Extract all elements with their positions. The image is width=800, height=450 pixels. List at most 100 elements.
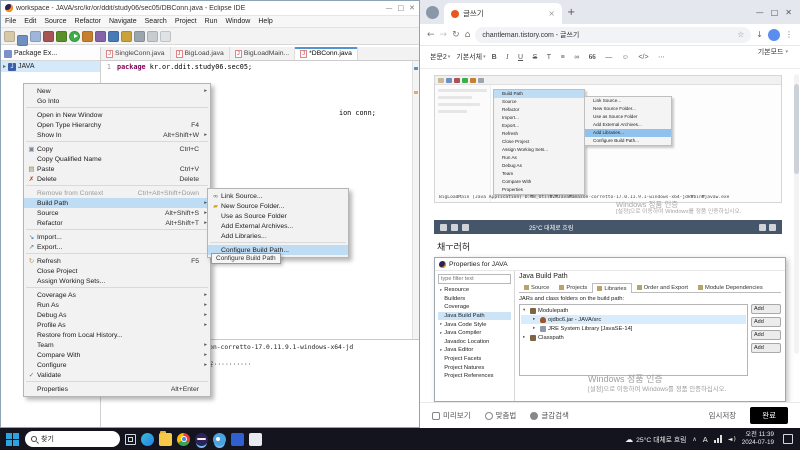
eclipse-taskbar-icon[interactable] <box>195 432 208 446</box>
dialog-nav-item[interactable]: ▸ Project Facets <box>438 355 511 364</box>
expander-icon[interactable]: ▸ <box>533 317 538 322</box>
app-icon[interactable] <box>249 432 262 446</box>
more-button[interactable]: ⋯▾ <box>658 53 669 61</box>
close-icon[interactable]: ✕ <box>409 4 415 12</box>
weather-widget[interactable]: ☁ 25°C 대체로 흐림 <box>625 434 686 445</box>
open-type-icon[interactable] <box>108 30 119 42</box>
post-editor-content[interactable]: Build Path Source Refactor Import... Export.… <box>420 70 800 402</box>
horizontal-rule-button[interactable]: —▾ <box>605 54 616 61</box>
paragraph-style-select[interactable]: 본문2 ▾ <box>430 52 450 62</box>
post-body-text[interactable]: 채ㅜ러허 <box>437 240 470 253</box>
context-menu-item[interactable]: Export... ▸ <box>24 242 210 254</box>
url-field[interactable]: chantleman.tistory.com - 글쓰기 ☆ <box>475 26 752 43</box>
project-tree-item-java[interactable]: ▸ J JAVA <box>1 61 100 72</box>
menubar-item[interactable]: Help <box>254 18 276 25</box>
context-menu-item[interactable]: Copy Qualified Name ▸ <box>24 154 210 164</box>
minimize-icon[interactable]: — <box>386 4 393 12</box>
menubar-item[interactable]: Edit <box>20 18 40 25</box>
tree-item[interactable]: ▸ JRE System Library [JavaSE-14] <box>521 324 746 333</box>
expander-icon[interactable]: ▾ <box>523 308 528 313</box>
publish-button[interactable]: 완료 <box>750 407 788 424</box>
search-toolbar-icon[interactable] <box>121 30 132 42</box>
dialog-tab[interactable]: Module Dependencies <box>693 282 768 292</box>
tray-chevron-icon[interactable]: ∧ <box>692 436 696 443</box>
dialog-tab[interactable]: Projects <box>554 282 592 292</box>
annotation-icon[interactable] <box>134 30 145 42</box>
browser-tab[interactable]: 글쓰기 × <box>444 3 562 24</box>
clock[interactable]: 오전 11:39 2024-07-19 <box>742 431 774 447</box>
context-menu-item[interactable]: Open Type Hierarchy F4 ▸ <box>24 120 210 130</box>
ime-indicator[interactable]: A <box>703 435 708 444</box>
dialog-nav-item[interactable]: ▸ Java Compiler <box>438 329 511 338</box>
task-view-button[interactable] <box>125 433 136 445</box>
forward-icon[interactable] <box>160 30 171 42</box>
browser-taskbar-icon[interactable] <box>213 432 226 446</box>
taskbar-search[interactable]: 찾기 <box>25 431 120 447</box>
package-explorer-tab[interactable]: Package Ex... <box>14 50 57 57</box>
maximize-icon[interactable]: □ <box>771 8 779 17</box>
context-menu-item[interactable]: Open in New Window ▸ <box>24 110 210 120</box>
expander-icon[interactable]: ▸ <box>3 63 6 70</box>
menubar-item[interactable]: Search <box>141 18 171 25</box>
add-button[interactable]: Add <box>751 317 781 327</box>
browser-menu-icon[interactable]: ⋮ <box>785 30 793 39</box>
minimize-icon[interactable]: — <box>756 8 764 17</box>
post-image-taskbar[interactable]: 25°C 대체로 흐림 <box>434 220 782 234</box>
add-button[interactable]: Add <box>751 343 781 353</box>
context-menu-item[interactable]: Delete Delete ▸ <box>24 174 210 186</box>
editor-tab[interactable]: J *DBConn.java <box>295 47 358 60</box>
refresh-icon[interactable]: ↻ <box>452 30 460 40</box>
context-menu-item[interactable]: Configure ▸ <box>24 360 210 370</box>
dialog-tab[interactable]: Libraries <box>592 283 632 293</box>
context-menu-item[interactable]: Assign Working Sets... ▸ <box>24 276 210 288</box>
context-menu-item[interactable]: Compare With ▸ <box>24 350 210 360</box>
context-menu-item[interactable]: Show In Alt+Shift+W ▸ <box>24 130 210 142</box>
forward-icon[interactable]: → <box>440 30 448 40</box>
spellcheck-button[interactable]: 맞춤법 <box>484 410 516 421</box>
text-color-button[interactable]: T▾ <box>547 54 555 61</box>
menubar-item[interactable]: Source <box>40 18 70 25</box>
edge-icon[interactable] <box>141 432 154 446</box>
context-menu-item[interactable]: Source Alt+Shift+S ▸ <box>24 208 210 218</box>
menubar-item[interactable]: Project <box>171 18 201 25</box>
new-class-icon[interactable] <box>82 30 93 42</box>
new-package-icon[interactable] <box>95 30 106 42</box>
context-menu-item[interactable]: Refresh F5 ▸ <box>24 256 210 266</box>
coverage-icon[interactable] <box>43 30 54 42</box>
dialog-nav-item[interactable]: ▸ Coverage <box>438 303 511 312</box>
underline-button[interactable]: U▾ <box>518 54 527 61</box>
tree-item[interactable]: ▸ Classpath <box>521 333 746 342</box>
menubar-item[interactable]: Refactor <box>71 18 105 25</box>
context-menu-item[interactable]: Team ▸ <box>24 340 210 350</box>
close-icon[interactable]: ✕ <box>785 8 792 17</box>
context-menu-item[interactable]: Refactor Alt+Shift+T ▸ <box>24 218 210 230</box>
run-icon[interactable] <box>69 30 80 42</box>
context-menu-item[interactable]: Run As ▸ <box>24 300 210 310</box>
context-menu-item[interactable]: New ▸ <box>24 86 210 96</box>
emoji-button[interactable]: ☺▾ <box>622 54 633 61</box>
add-button[interactable]: Add <box>751 330 781 340</box>
network-icon[interactable] <box>713 435 722 443</box>
context-menu-item[interactable]: Remove from Context Ctrl+Alt+Shift+Down … <box>24 188 210 198</box>
context-menu-item[interactable]: Restore from Local History... ▸ <box>24 330 210 340</box>
dialog-nav-item[interactable]: ▸ Builders <box>438 295 511 304</box>
context-menu-item[interactable]: Import... ▸ <box>24 232 210 242</box>
maximize-icon[interactable]: □ <box>398 4 405 12</box>
notification-center-icon[interactable] <box>783 434 793 444</box>
dialog-nav-item[interactable]: ▸ Java Build Path <box>438 311 511 321</box>
submenu-item[interactable]: New Source Folder... <box>208 201 348 211</box>
save-all-icon[interactable] <box>30 30 41 42</box>
context-menu-item[interactable]: Build Path ▸ <box>24 198 210 208</box>
download-icon[interactable]: ↓ <box>756 30 763 39</box>
context-menu-item[interactable]: Validate ▸ <box>24 370 210 382</box>
dialog-nav-item[interactable]: ▸ Java Editor <box>438 346 511 355</box>
menubar-item[interactable]: Navigate <box>105 18 141 25</box>
submenu-item[interactable]: Add External Archives... <box>208 221 348 231</box>
account-avatar[interactable] <box>768 28 780 41</box>
preview-button[interactable]: 미리보기 <box>432 410 471 421</box>
font-family-select[interactable]: 기본서체 ▾ <box>456 52 485 62</box>
dialog-nav-item[interactable]: ▸ Java Code Style <box>438 320 511 329</box>
tree-item[interactable]: ▾ Modulepath <box>521 306 746 315</box>
new-tab-icon[interactable]: + <box>567 7 575 18</box>
context-menu-item[interactable]: Paste Ctrl+V ▸ <box>24 164 210 174</box>
